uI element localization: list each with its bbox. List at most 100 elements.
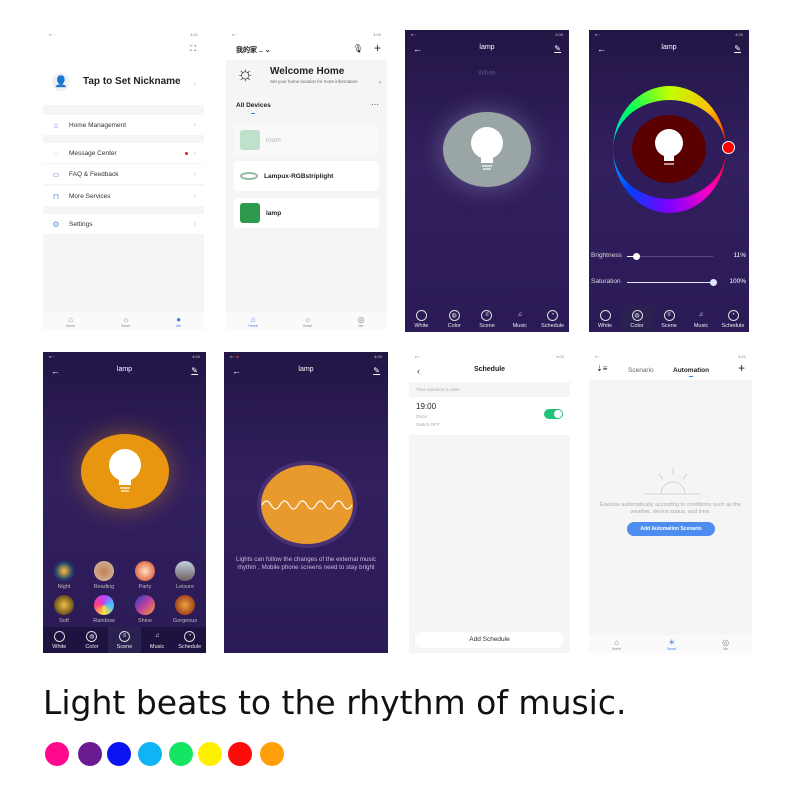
edit-icon[interactable]: ✎ bbox=[191, 366, 198, 375]
nav-home[interactable]: ⌂ Home bbox=[66, 315, 75, 328]
tab-scene[interactable]: ≡ Scene bbox=[108, 627, 141, 653]
avatar[interactable]: 👤 bbox=[52, 73, 70, 91]
scene-shine[interactable]: Shine bbox=[125, 595, 165, 624]
tab-music[interactable]: ♫ Music bbox=[503, 306, 536, 332]
mode-tabs: White ◍ Color ≡ Scene ♫ Music ◔ Schedule bbox=[43, 627, 206, 653]
slider-knob[interactable] bbox=[632, 253, 640, 260]
scene-reading[interactable]: Reading bbox=[84, 561, 124, 590]
nav-smart[interactable]: ☼ Smart bbox=[121, 315, 130, 328]
empty-state-text: Execute automatically according to condi… bbox=[600, 502, 741, 515]
scene-label: Leisure bbox=[175, 584, 195, 590]
schedule-item[interactable]: 19:00 Once Switch OFF bbox=[409, 397, 570, 435]
tab-music[interactable]: ♫ Music bbox=[685, 306, 717, 332]
schedule-toggle[interactable] bbox=[544, 409, 563, 419]
nav-me[interactable]: ◎ Me bbox=[357, 315, 364, 328]
more-icon[interactable]: ··· bbox=[371, 100, 379, 109]
back-arrow-icon[interactable]: ← bbox=[51, 366, 60, 376]
tab-label: White bbox=[52, 643, 67, 650]
tab-music[interactable]: ♫ Music bbox=[141, 627, 174, 653]
saturation-slider[interactable] bbox=[627, 279, 717, 286]
scene-label: Rainbow bbox=[93, 618, 115, 624]
chevron-right-icon: › bbox=[193, 149, 196, 157]
menu-home-management[interactable]: ⌂ Home Management › bbox=[43, 115, 204, 135]
light-circle[interactable] bbox=[632, 115, 706, 183]
tab-white[interactable]: White bbox=[405, 306, 438, 332]
tab-automation[interactable]: Automation bbox=[673, 367, 709, 374]
tab-scene[interactable]: ≡ Scene bbox=[653, 306, 685, 332]
menu-settings[interactable]: ⚙ Settings › bbox=[43, 214, 204, 234]
welcome-subtitle[interactable]: Set your home location for more informat… bbox=[270, 79, 360, 84]
tab-schedule[interactable]: ◔ Schedule bbox=[536, 306, 569, 332]
device-card-lamp[interactable]: lamp bbox=[234, 198, 379, 228]
light-circle[interactable] bbox=[81, 434, 169, 509]
tab-label: Music bbox=[693, 322, 709, 329]
nav-home[interactable]: ⌂ Home bbox=[612, 638, 621, 651]
scene-party[interactable]: Party bbox=[125, 561, 165, 590]
menu-faq-feedback[interactable]: ▭ FAQ & Feedback › bbox=[43, 164, 204, 184]
tab-white[interactable]: White bbox=[589, 306, 621, 332]
device-card-room[interactable]: room bbox=[234, 125, 379, 155]
status-time: 4:01 bbox=[738, 354, 746, 359]
music-rhythm-circle[interactable] bbox=[261, 465, 353, 544]
scan-icon[interactable]: ⛶ bbox=[190, 44, 196, 54]
brightness-slider[interactable] bbox=[627, 253, 713, 260]
scene-soft[interactable]: Soft bbox=[44, 595, 84, 624]
tab-color[interactable]: ◍ Color bbox=[621, 306, 653, 332]
menu-more-services[interactable]: ⊓ More Services › bbox=[43, 186, 204, 206]
scene-leisure[interactable]: Leisure bbox=[165, 561, 205, 590]
home-icon: ⌂ bbox=[68, 314, 73, 324]
microphone-icon[interactable]: 🎙 bbox=[353, 44, 363, 53]
all-devices-tab[interactable]: All Devices bbox=[236, 102, 271, 109]
menu-label: FAQ & Feedback bbox=[69, 170, 119, 178]
sort-icon[interactable]: ⇣≡ bbox=[596, 364, 607, 373]
screen-me: ▪▪ ◦ 4:01 ⛶ 👤 Tap to Set Nickname › ⌂ Home… bbox=[43, 30, 204, 330]
back-arrow-icon[interactable]: ← bbox=[232, 366, 241, 376]
slider-knob[interactable] bbox=[709, 279, 717, 286]
add-automation-button[interactable]: Add Automation Scenario bbox=[627, 522, 715, 536]
edit-icon[interactable]: ✎ bbox=[734, 44, 741, 53]
back-arrow-icon[interactable]: ← bbox=[597, 44, 606, 54]
device-card-lampux[interactable]: Lampux-RGBstriplight bbox=[234, 161, 379, 191]
add-icon[interactable]: + bbox=[374, 41, 381, 55]
edit-icon[interactable]: ✎ bbox=[373, 366, 380, 375]
tab-scenario[interactable]: Scenario bbox=[628, 367, 654, 374]
device-title: lamp bbox=[661, 44, 677, 51]
white-icon bbox=[415, 309, 427, 321]
add-schedule-button[interactable]: Add Schedule bbox=[415, 632, 564, 648]
tab-scene[interactable]: ≡ Scene bbox=[471, 306, 504, 332]
scene-gorgeous[interactable]: Gorgeous bbox=[165, 595, 205, 624]
tab-indicator bbox=[251, 113, 255, 114]
tab-color[interactable]: ◍ Color bbox=[76, 627, 109, 653]
signal-icon: ▪▪ ◦ bbox=[595, 32, 601, 37]
nickname[interactable]: Tap to Set Nickname bbox=[83, 76, 181, 87]
scene-night[interactable]: Night bbox=[44, 561, 84, 590]
tab-schedule[interactable]: ◔ Schedule bbox=[173, 627, 206, 653]
nav-smart[interactable]: ☼ Smart bbox=[303, 315, 312, 328]
tab-white[interactable]: White bbox=[43, 627, 76, 653]
chevron-right-icon[interactable]: › bbox=[379, 80, 381, 86]
nav-smart[interactable]: ☀ Smart bbox=[667, 638, 676, 651]
status-time: 4:00 bbox=[555, 32, 563, 37]
nav-label: Smart bbox=[666, 646, 677, 651]
scene-rainbow[interactable]: Rainbow bbox=[84, 595, 124, 624]
strip-light-icon bbox=[240, 172, 258, 180]
signal-icon: ▪▪ ◦ ■ bbox=[230, 354, 239, 359]
nav-home[interactable]: ⌂ Home bbox=[249, 315, 258, 328]
tab-color[interactable]: ◍ Color bbox=[438, 306, 471, 332]
edit-icon[interactable]: ✎ bbox=[554, 44, 561, 53]
light-circle[interactable] bbox=[443, 112, 531, 187]
back-arrow-icon[interactable]: ← bbox=[413, 44, 422, 54]
mode-label: White bbox=[478, 70, 496, 77]
home-selector[interactable]: 我的家 .. ⌄ bbox=[236, 45, 271, 55]
add-icon[interactable]: + bbox=[738, 361, 745, 375]
color-swatch bbox=[45, 742, 69, 766]
nav-me[interactable]: ● Me bbox=[176, 315, 181, 328]
tab-schedule[interactable]: ◔ Schedule bbox=[717, 306, 749, 332]
menu-message-center[interactable]: ◌ Message Center › bbox=[43, 143, 204, 163]
tab-indicator bbox=[689, 376, 693, 377]
faq-icon: ▭ bbox=[52, 169, 60, 179]
nav-label: Me bbox=[358, 323, 364, 328]
color-picker-knob[interactable] bbox=[722, 141, 735, 154]
nav-me[interactable]: ◎ Me bbox=[722, 638, 729, 651]
back-icon[interactable]: ‹ bbox=[417, 366, 420, 376]
